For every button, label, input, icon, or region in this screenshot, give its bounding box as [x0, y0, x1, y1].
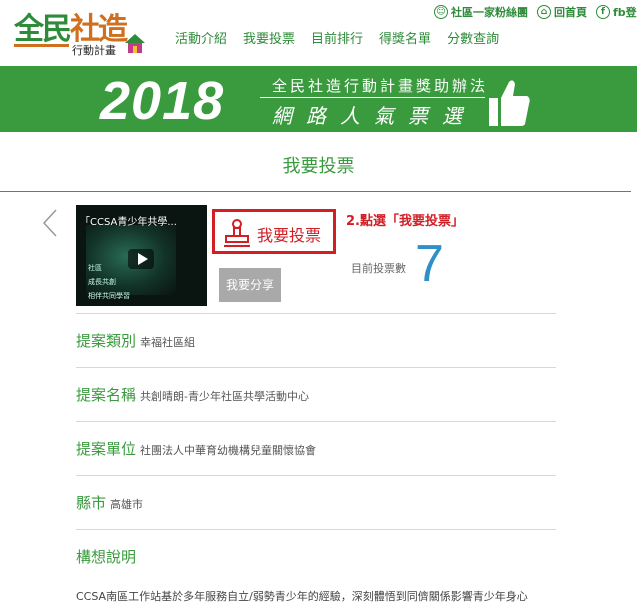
home-icon: ⌂ — [537, 5, 551, 19]
banner-year: 2018 — [100, 71, 225, 131]
video-caption: 社區 — [88, 264, 102, 272]
field-city: 縣市 高雄市 — [76, 492, 143, 513]
field-value: 社團法人中華育幼機構兒童關懷協會 — [140, 444, 317, 457]
top-links: ☺ 社區一家粉絲團 ⌂ 回首頁 f fb登入 — [428, 4, 637, 20]
logo-text-main: 全民 — [14, 12, 72, 47]
facebook-icon: f — [596, 5, 610, 19]
vote-button-label: 我要投票 — [257, 226, 322, 245]
field-proposal-name: 提案名稱 共創晴朗-青少年社區共學活動中心 — [76, 384, 309, 405]
main-nav: 活動介紹 我要投票 目前排行 得獎名單 分數查詢 — [175, 28, 499, 47]
banner-subtitle: 全民社造行動計畫獎助辦法 — [272, 77, 489, 95]
field-organization: 提案單位 社團法人中華育幼機構兒童關懷協會 — [76, 438, 316, 459]
nav-item-winners[interactable]: 得獎名單 — [379, 28, 431, 47]
vote-count: 7 — [415, 235, 444, 293]
row-divider — [76, 475, 556, 476]
site-logo[interactable]: 全民社造 行動計畫 — [14, 4, 154, 60]
vote-count-label: 目前投票數 — [351, 262, 406, 275]
field-label: 縣市 — [76, 494, 107, 512]
home-link[interactable]: 回首頁 — [554, 4, 587, 20]
fb-login-link[interactable]: fb登入 — [613, 4, 637, 20]
vote-button[interactable]: 我要投票 — [212, 209, 336, 254]
field-label: 提案單位 — [76, 440, 137, 458]
fanpage-link[interactable]: 社區一家粉絲團 — [451, 4, 528, 20]
field-category: 提案類別 幸福社區組 — [76, 330, 195, 351]
video-caption: 成長共創 — [88, 278, 116, 286]
banner-title: 網路人氣票選 — [272, 104, 476, 128]
title-divider — [0, 191, 631, 192]
field-concept: 構想說明 — [76, 546, 136, 567]
row-divider — [76, 367, 556, 368]
row-divider — [76, 313, 556, 314]
field-label: 構想說明 — [76, 548, 137, 566]
logo-subtitle: 行動計畫 — [72, 44, 116, 57]
nav-item-vote[interactable]: 我要投票 — [243, 28, 295, 47]
video-caption: 相伴共同學習 — [88, 292, 130, 300]
video-thumbnail[interactable]: 「CCSA青少年共學... 社區 成長共創 相伴共同學習 — [76, 205, 207, 306]
nav-item-ranking[interactable]: 目前排行 — [311, 28, 363, 47]
concept-description: CCSA南區工作站基於多年服務自立/弱勢青少年的經驗，深刻體悟到同儕關係影響青少… — [76, 590, 528, 603]
nav-item-score[interactable]: 分數查詢 — [447, 28, 499, 47]
field-value: 高雄市 — [110, 498, 144, 511]
step-annotation: 2.點選「我要投票」 — [346, 214, 464, 229]
page-title: 我要投票 — [282, 156, 355, 177]
chat-icon: ☺ — [434, 5, 448, 19]
thumbs-up-icon — [489, 80, 530, 126]
field-value: 幸福社區組 — [140, 336, 196, 349]
banner-divider — [260, 97, 485, 98]
field-label: 提案名稱 — [76, 386, 137, 404]
row-divider — [76, 421, 556, 422]
share-button[interactable]: 我要分享 — [219, 268, 281, 302]
logo-underline — [14, 44, 69, 47]
nav-item-about[interactable]: 活動介紹 — [175, 28, 227, 47]
field-value: 共創晴朗-青少年社區共學活動中心 — [140, 390, 309, 403]
stamp-icon — [224, 219, 250, 247]
row-divider — [76, 529, 556, 530]
video-title: 「CCSA青少年共學... — [80, 217, 177, 228]
play-icon — [138, 253, 148, 265]
house-icon — [125, 34, 145, 53]
field-label: 提案類別 — [76, 332, 137, 350]
chevron-left-icon[interactable] — [40, 208, 60, 238]
